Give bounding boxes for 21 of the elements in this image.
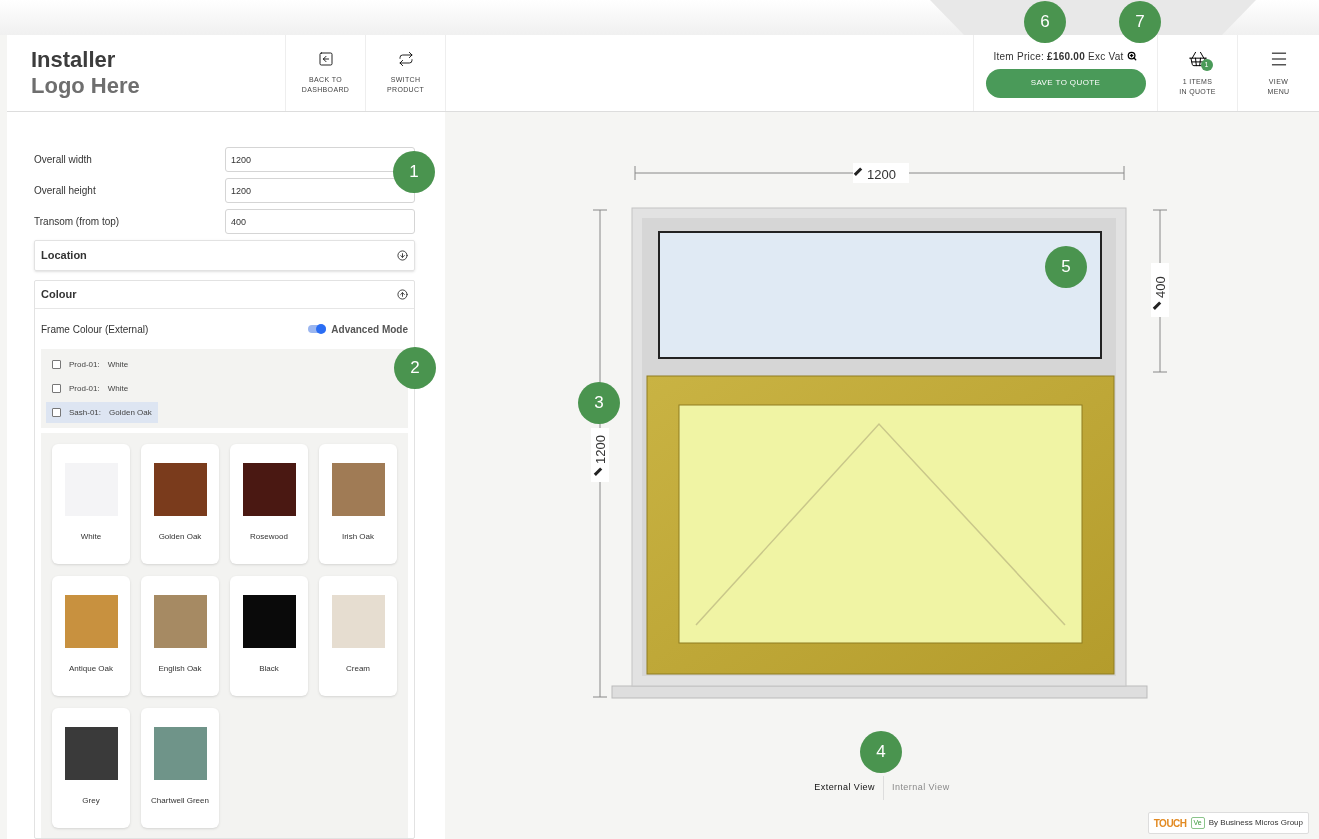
touch-logo: TOUCH [1153, 816, 1187, 831]
colour-name: Rosewood [249, 531, 289, 543]
colour-name: Golden Oak [157, 531, 203, 543]
colour-name: White [79, 531, 103, 543]
numbered-callout-tooltip: 4 [860, 731, 902, 773]
field-label: Overall width [34, 153, 93, 167]
field-label: Transom (from top) [34, 215, 121, 229]
colour-name: Irish Oak [341, 531, 375, 543]
colour-name: Chartwell Green [150, 795, 210, 807]
frame-colour-label: Frame Colour (External) [41, 322, 149, 337]
installer-logo: Installer Logo Here [30, 46, 141, 100]
advanced-mode-label: Advanced Mode [331, 322, 408, 337]
colour-name: Black [258, 663, 280, 675]
item-price: Item Price: £160.00 Exc Vat [993, 49, 1124, 64]
numbered-callout-tooltip: 3 [578, 382, 620, 424]
colour-name: Cream [345, 663, 371, 675]
colour-name: English Oak [157, 663, 203, 675]
badge-text: By Business Micros Group [1208, 817, 1303, 829]
colour-name: Grey [81, 795, 101, 807]
field-label: Overall height [34, 184, 97, 198]
colour-name: Antique Oak [68, 663, 114, 675]
